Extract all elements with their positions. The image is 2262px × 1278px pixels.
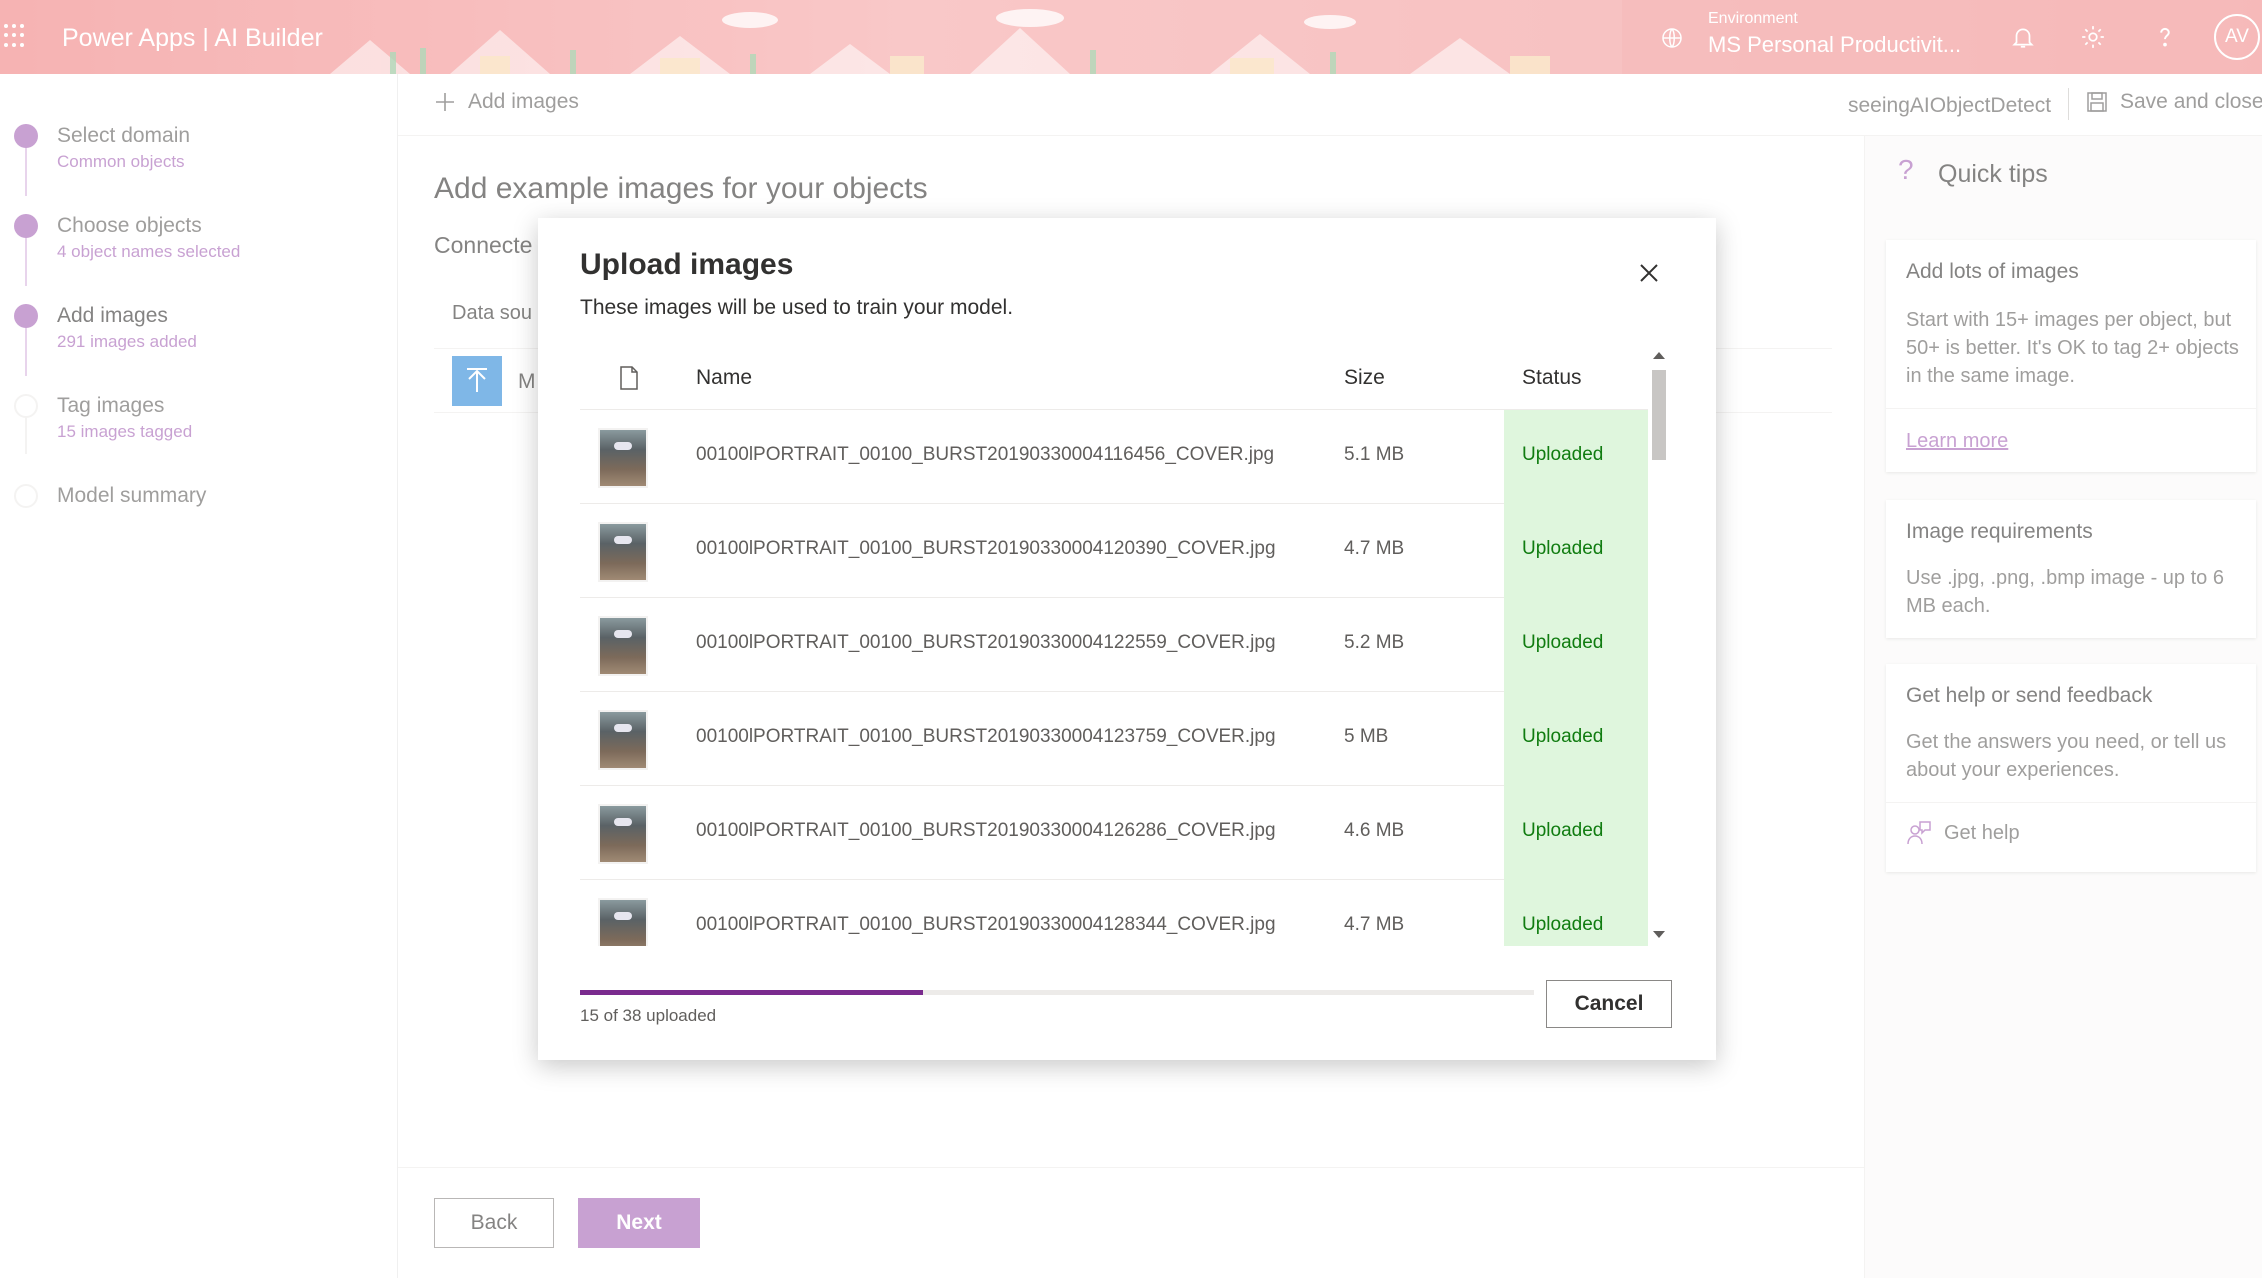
file-name: 00100lPORTRAIT_00100_BURST20190330004122… (696, 632, 1276, 653)
file-size: 5 MB (1344, 726, 1389, 747)
upload-table: Name Size Status 00100lPORTRAIT_00100_BU… (580, 346, 1652, 946)
table-row[interactable]: 00100lPORTRAIT_00100_BURST20190330004116… (580, 410, 1652, 504)
dialog-title: Upload images (580, 248, 794, 281)
file-name: 00100lPORTRAIT_00100_BURST20190330004123… (696, 726, 1276, 747)
status-cell: Uploaded (1504, 504, 1652, 598)
column-header-status[interactable]: Status (1522, 366, 1582, 390)
upload-images-dialog: Upload images These images will be used … (538, 218, 1716, 1060)
upload-progress-text: 15 of 38 uploaded (580, 1006, 717, 1025)
file-size: 5.2 MB (1344, 632, 1405, 653)
file-name: 00100lPORTRAIT_00100_BURST20190330004120… (696, 538, 1276, 559)
status-cell: Uploaded (1504, 692, 1652, 786)
status-text: Uploaded (1522, 726, 1604, 747)
progress-fill (580, 990, 924, 995)
file-name: 00100lPORTRAIT_00100_BURST20190330004128… (696, 914, 1276, 935)
table-row[interactable]: 00100lPORTRAIT_00100_BURST20190330004120… (580, 504, 1652, 598)
status-text: Uploaded (1522, 914, 1604, 935)
scroll-up-icon[interactable] (1653, 352, 1665, 359)
image-thumbnail (598, 710, 648, 770)
scroll-down-icon[interactable] (1653, 931, 1665, 938)
status-cell: Uploaded (1504, 410, 1652, 504)
table-row[interactable]: 00100lPORTRAIT_00100_BURST20190330004126… (580, 786, 1652, 880)
table-row[interactable]: 00100lPORTRAIT_00100_BURST20190330004122… (580, 598, 1652, 692)
image-thumbnail (598, 898, 648, 946)
status-cell: Uploaded (1504, 786, 1652, 880)
table-header: Name Size Status (580, 346, 1652, 410)
table-row[interactable]: 00100lPORTRAIT_00100_BURST20190330004123… (580, 692, 1652, 786)
status-text: Uploaded (1522, 444, 1604, 465)
image-thumbnail (598, 522, 648, 582)
cancel-button[interactable]: Cancel (1546, 980, 1672, 1028)
file-type-icon (620, 366, 638, 390)
file-name: 00100lPORTRAIT_00100_BURST20190330004116… (696, 444, 1275, 465)
column-header-size[interactable]: Size (1344, 366, 1385, 390)
image-thumbnail (598, 616, 648, 676)
status-text: Uploaded (1522, 538, 1604, 559)
table-scrollbar[interactable] (1648, 346, 1670, 946)
dialog-subtitle: These images will be used to train your … (580, 296, 1014, 319)
upload-progress-bar (580, 990, 1534, 995)
file-size: 4.7 MB (1344, 914, 1405, 935)
file-size: 4.7 MB (1344, 538, 1405, 559)
status-cell: Uploaded (1504, 598, 1652, 692)
status-text: Uploaded (1522, 632, 1604, 653)
scrollbar-thumb[interactable] (1652, 370, 1666, 460)
file-name: 00100lPORTRAIT_00100_BURST20190330004126… (696, 820, 1276, 841)
image-thumbnail (598, 428, 648, 488)
status-cell: Uploaded (1504, 880, 1652, 946)
file-size: 5.1 MB (1344, 444, 1405, 465)
close-icon[interactable] (1634, 258, 1664, 288)
status-text: Uploaded (1522, 820, 1604, 841)
column-header-name[interactable]: Name (696, 366, 752, 390)
image-thumbnail (598, 804, 648, 864)
table-row[interactable]: 00100lPORTRAIT_00100_BURST20190330004128… (580, 880, 1652, 946)
file-size: 4.6 MB (1344, 820, 1405, 841)
